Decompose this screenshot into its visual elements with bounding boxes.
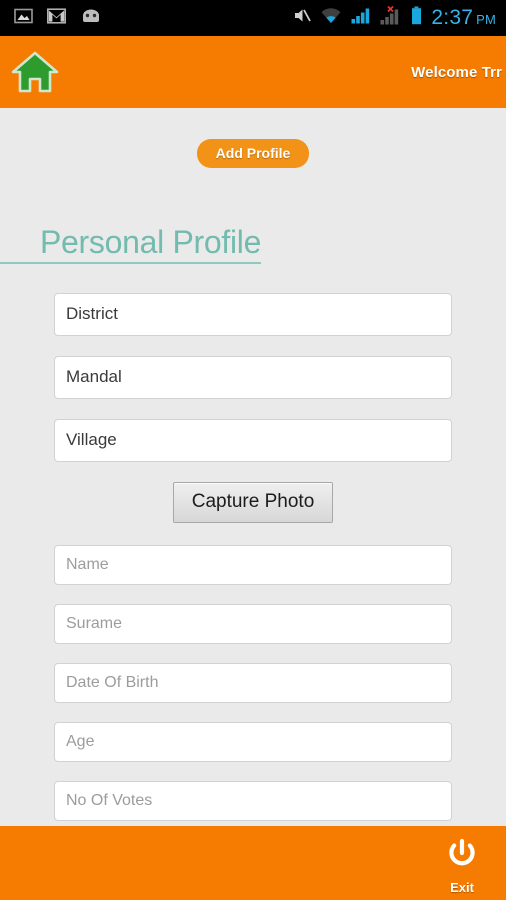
- app-footer: Exit: [0, 826, 506, 900]
- power-icon: [442, 838, 482, 878]
- main-content: Add Profile Personal Profile Capture Pho…: [0, 108, 506, 826]
- section-title-row: Personal Profile: [0, 168, 506, 264]
- image-icon: [14, 6, 33, 30]
- exit-button[interactable]: Exit: [434, 834, 490, 895]
- signal-bars-icon: [351, 7, 371, 29]
- date-of-birth-input[interactable]: [54, 662, 452, 703]
- add-profile-button[interactable]: Add Profile: [196, 139, 310, 168]
- village-input[interactable]: [54, 418, 452, 462]
- battery-icon: [411, 6, 422, 30]
- clock-time: 2:37: [431, 6, 474, 29]
- app-header: Welcome Trr: [0, 36, 506, 108]
- district-input[interactable]: [54, 292, 452, 336]
- profile-form: Capture Photo: [0, 292, 506, 826]
- mandal-input[interactable]: [54, 355, 452, 399]
- add-profile-row: Add Profile: [0, 108, 506, 168]
- status-bar-clock: 2:37 PM: [431, 6, 496, 30]
- capture-photo-button[interactable]: Capture Photo: [172, 481, 334, 523]
- page-title: Personal Profile: [0, 225, 261, 264]
- mute-icon: [292, 6, 312, 30]
- home-icon[interactable]: [10, 48, 60, 96]
- wifi-icon: [320, 7, 342, 29]
- clock-ampm: PM: [476, 12, 496, 27]
- age-input[interactable]: [54, 721, 452, 762]
- capture-photo-row: Capture Photo: [0, 481, 506, 523]
- signal-bars-no-service-icon: [380, 5, 402, 30]
- status-bar-left-icons: [0, 6, 102, 30]
- no-of-votes-input[interactable]: [54, 780, 452, 821]
- app-screen: 2:37 PM Welcome Trr Add Profile Personal …: [0, 0, 506, 900]
- status-bar: 2:37 PM: [0, 0, 506, 36]
- exit-label: Exit: [450, 880, 474, 895]
- gmail-icon: [47, 7, 66, 29]
- android-robot-icon: [80, 8, 102, 28]
- welcome-label: Welcome Trr: [411, 63, 502, 81]
- surname-input[interactable]: [54, 603, 452, 644]
- status-bar-right-icons: 2:37 PM: [292, 5, 506, 30]
- name-input[interactable]: [54, 544, 452, 585]
